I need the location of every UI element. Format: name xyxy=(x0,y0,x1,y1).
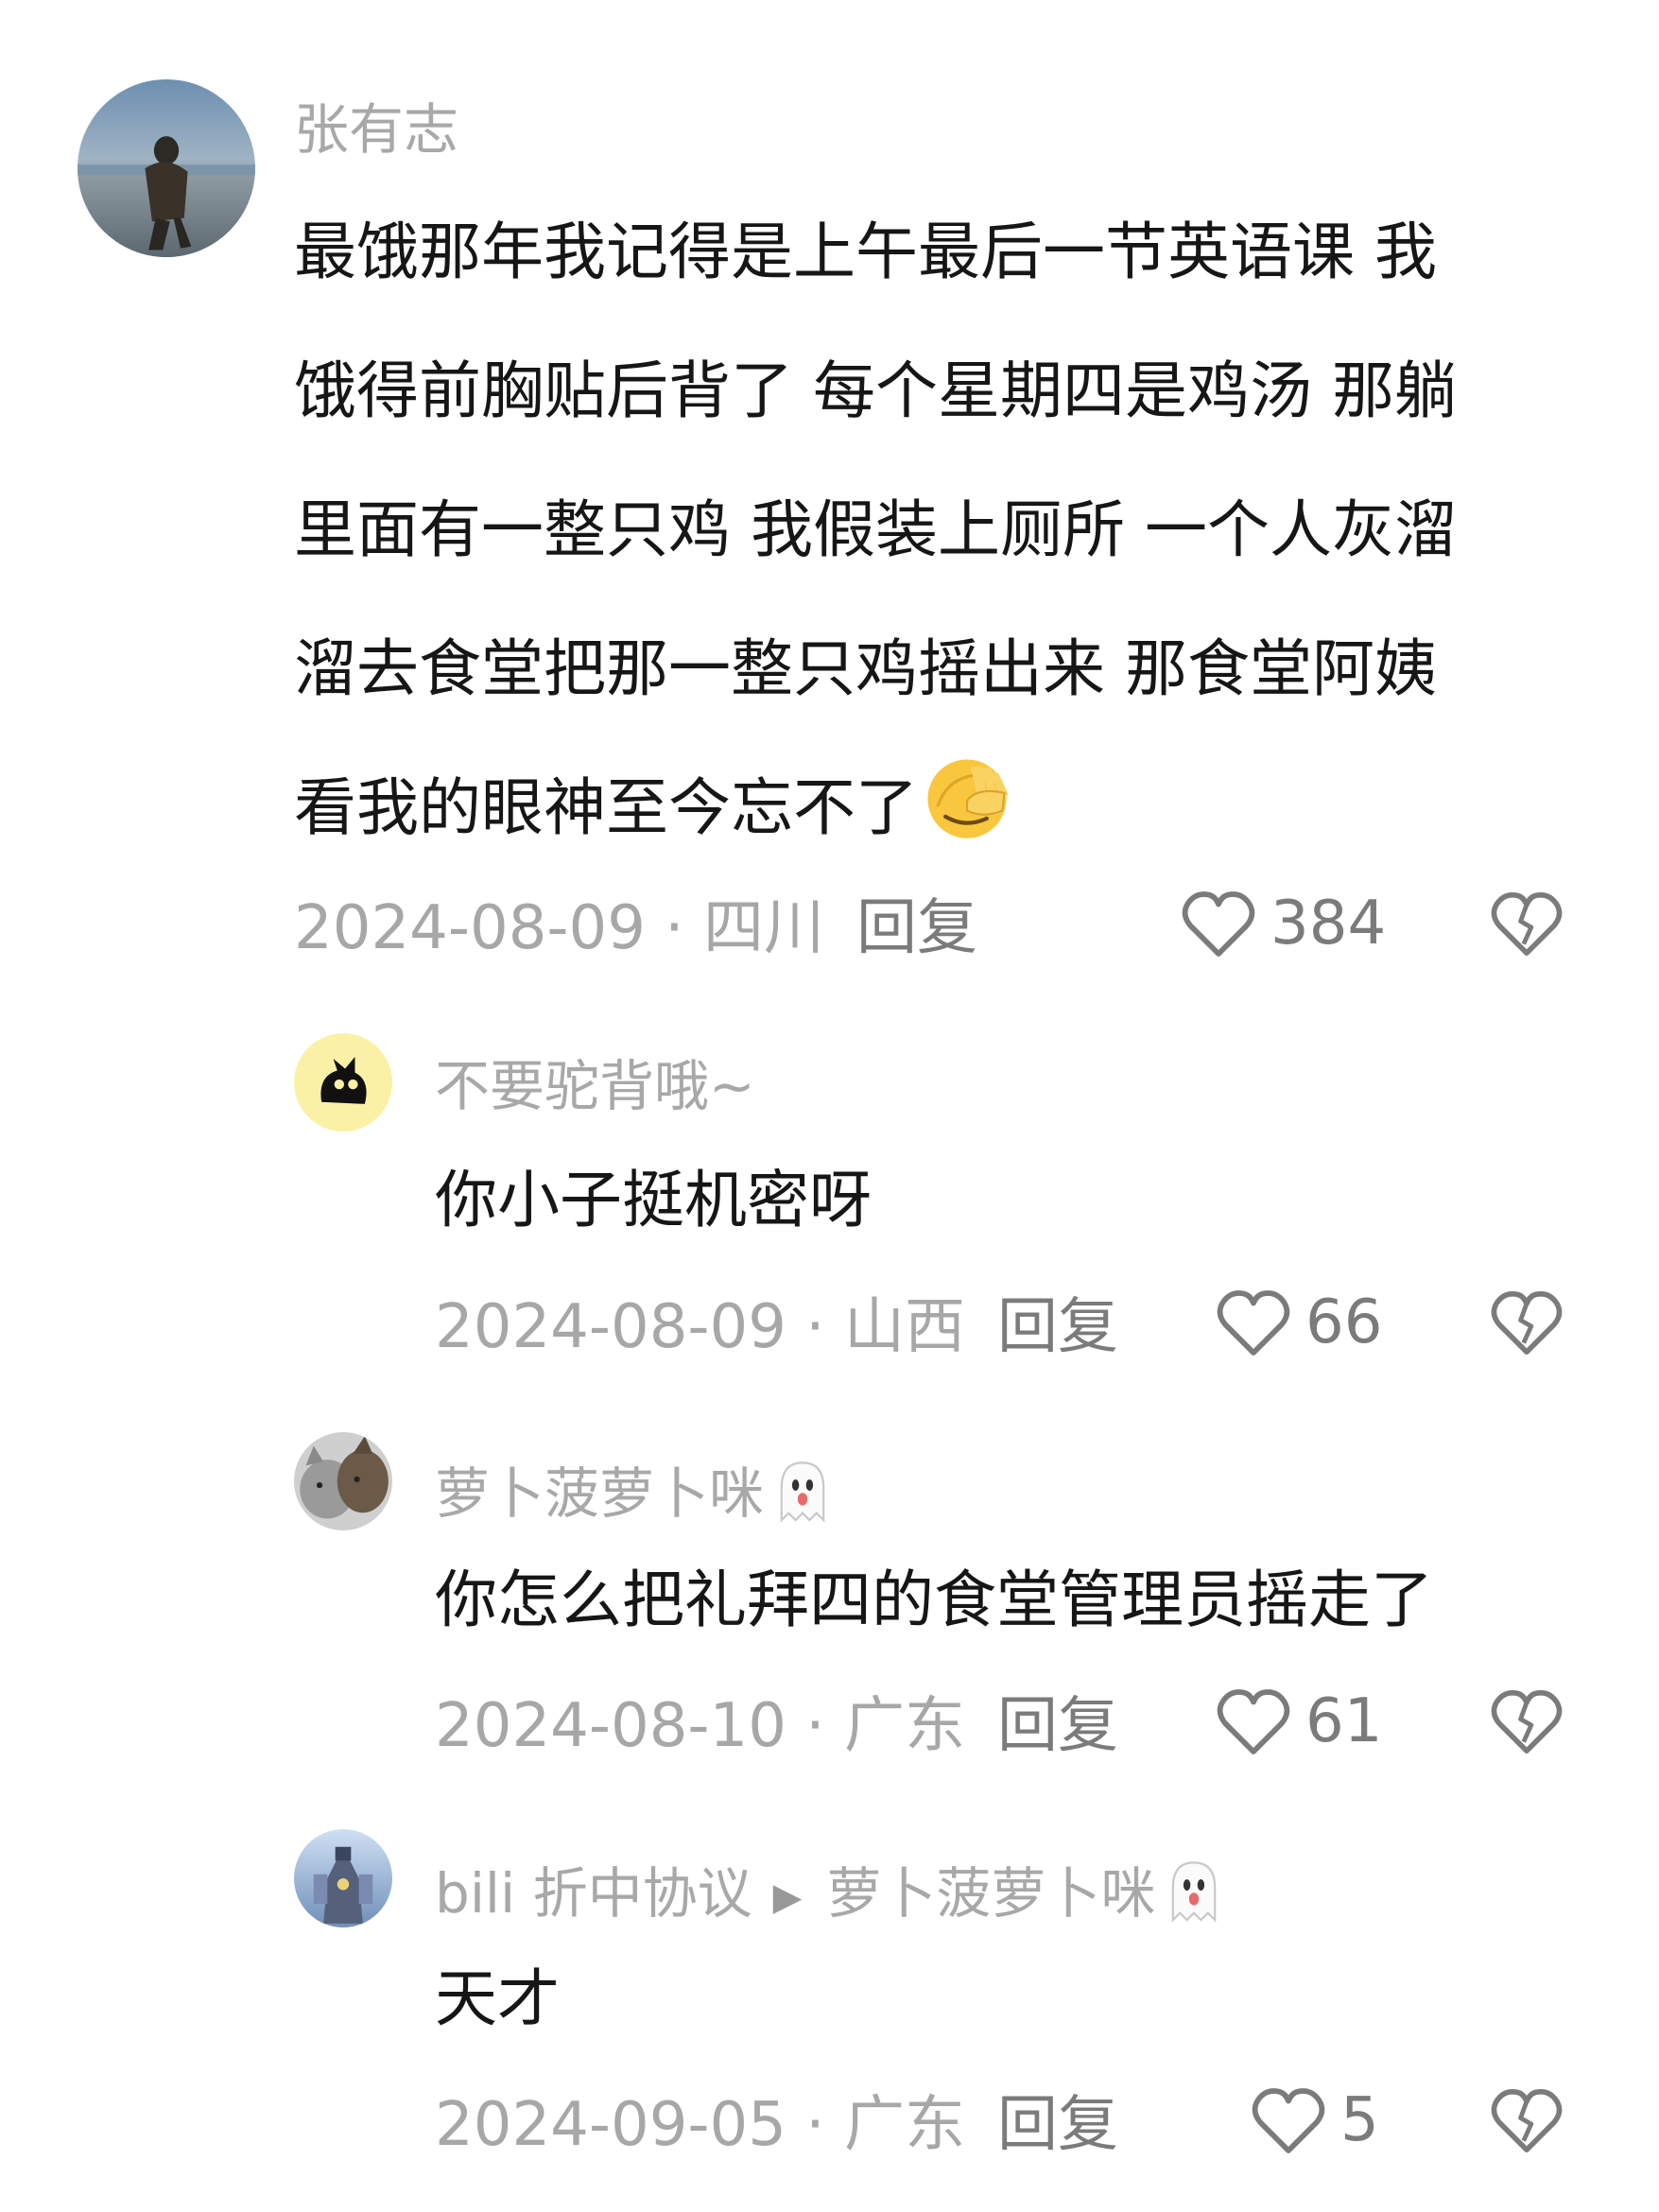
comment-text: 你怎么把礼拜四的食堂管理员摇走了 xyxy=(435,1564,1433,1636)
dislike-button[interactable] xyxy=(1489,889,1564,962)
username[interactable]: 萝卜菠萝卜咪 xyxy=(435,1456,838,1526)
comment-text: 你小子挺机密呀 xyxy=(435,1164,872,1236)
date-location: 2024-08-09 · 山西 xyxy=(435,1292,965,1362)
avatar[interactable] xyxy=(78,79,255,257)
reply-button-wrap: 回复 xyxy=(997,2095,1118,2155)
comment-line: 饿得前胸贴后背了 每个星期四是鸡汤 那躺 xyxy=(294,354,1457,427)
date-location: 2024-08-09 · 四川 xyxy=(294,893,824,963)
reply-button-wrap: 回复 xyxy=(997,1297,1118,1357)
reply-button-wrap: 回复 xyxy=(856,898,977,959)
like-count: 5 xyxy=(1340,2085,1379,2155)
comment-text: 天才 xyxy=(435,1962,560,2035)
reply-button[interactable]: 回复 xyxy=(997,1691,1118,1761)
like-count: 384 xyxy=(1270,889,1387,959)
ghost-emoji xyxy=(1159,1856,1229,1926)
avatar[interactable] xyxy=(294,1033,392,1132)
face-with-hand-over-eyes-emoji xyxy=(918,748,1016,846)
comment-line-text: 看我的眼神至今忘不了 xyxy=(294,771,918,844)
comment-meta: 2024-09-05 · 广东 xyxy=(435,2095,965,2155)
comment-meta: 2024-08-10 · 广东 xyxy=(435,1696,965,1756)
comment-line: 看我的眼神至今忘不了 xyxy=(294,738,1617,877)
reply-button[interactable]: 回复 xyxy=(997,1292,1118,1362)
reply-to-username[interactable]: 萝卜菠萝卜咪 xyxy=(826,1861,1155,1926)
date-location: 2024-09-05 · 广东 xyxy=(435,2090,965,2160)
broken-heart-icon xyxy=(1491,1291,1563,1355)
comment-meta: 2024-08-09 · 四川 xyxy=(294,898,824,959)
username-text: bili 折中协议 xyxy=(435,1861,752,1926)
heart-outline-icon xyxy=(1217,1689,1290,1754)
heart-outline-icon xyxy=(1252,2088,1325,2153)
like-button[interactable]: 66 xyxy=(1215,1287,1382,1357)
comment-text: 最饿那年我记得是上午最后一节英语课 我 饿得前胸贴后背了 每个星期四是鸡汤 那躺… xyxy=(294,182,1617,877)
reply-button-wrap: 回复 xyxy=(997,1696,1118,1756)
comment-line: 溜去食堂把那一整只鸡摇出来 那食堂阿姨 xyxy=(294,632,1437,705)
like-button[interactable]: 61 xyxy=(1215,1686,1382,1756)
like-count: 66 xyxy=(1305,1287,1383,1357)
dislike-button[interactable] xyxy=(1489,1287,1564,1361)
reply-button[interactable]: 回复 xyxy=(997,2090,1118,2160)
ghost-emoji xyxy=(768,1456,838,1526)
broken-heart-icon xyxy=(1491,1690,1563,1754)
username[interactable]: bili 折中协议 ▶ 萝卜菠萝卜咪 xyxy=(435,1856,1229,1926)
comment-line: 最饿那年我记得是上午最后一节英语课 我 xyxy=(294,216,1437,288)
like-button[interactable]: 5 xyxy=(1250,2085,1379,2155)
avatar[interactable] xyxy=(294,1829,392,1927)
reply-button[interactable]: 回复 xyxy=(856,893,977,963)
username-text: 萝卜菠萝卜咪 xyxy=(435,1461,765,1526)
dislike-button[interactable] xyxy=(1489,2085,1564,2159)
comment-line: 里面有一整只鸡 我假装上厕所 一个人灰溜 xyxy=(294,493,1457,566)
like-button[interactable]: 384 xyxy=(1180,889,1386,959)
username[interactable]: 不要驼背哦~ xyxy=(435,1059,755,1114)
avatar[interactable] xyxy=(294,1432,392,1530)
username[interactable]: 张有志 xyxy=(294,102,458,157)
dislike-button[interactable] xyxy=(1489,1686,1564,1760)
heart-outline-icon xyxy=(1217,1290,1290,1356)
broken-heart-icon xyxy=(1491,892,1563,956)
play-arrow-icon: ▶ xyxy=(772,1875,803,1919)
broken-heart-icon xyxy=(1491,2089,1563,2152)
heart-outline-icon xyxy=(1182,891,1255,957)
date-location: 2024-08-10 · 广东 xyxy=(435,1691,965,1761)
comment-meta: 2024-08-09 · 山西 xyxy=(435,1297,965,1357)
like-count: 61 xyxy=(1305,1686,1383,1756)
